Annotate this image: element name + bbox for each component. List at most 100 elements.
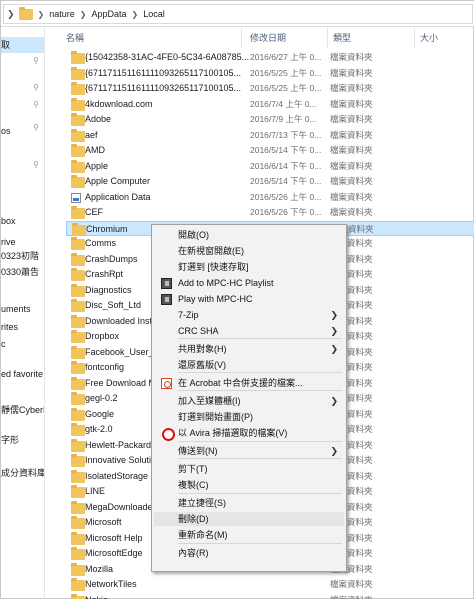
menu-item-label: 共用對象(H) — [178, 344, 227, 354]
nav-item[interactable]: 0323初階 — [1, 248, 39, 264]
folder-icon — [71, 376, 85, 390]
context-menu-item[interactable]: 剪下(T) — [154, 462, 344, 476]
file-row[interactable]: Apple 2016/6/14 下午 0... 檔案資料夾 — [66, 159, 474, 174]
folder-icon — [71, 314, 85, 328]
file-row[interactable]: {671171151161111093265117100105... 2016/5… — [66, 66, 474, 81]
file-row[interactable]: {15042358-31AC-4FE0-5C34-6A08785... 2016/… — [66, 50, 474, 65]
context-menu-item[interactable]: 共用對象(H) ❯ — [154, 342, 344, 356]
folder-icon — [71, 407, 85, 421]
menu-separator — [178, 338, 342, 339]
file-date: 2016/5/26 下午 0... — [250, 207, 322, 217]
file-row[interactable]: Adobe 2016/7/9 上午 0... 檔案資料夾 — [66, 112, 474, 127]
nav-item[interactable]: 0330蕭告 — [1, 264, 39, 280]
file-type: 檔案資料夾 — [330, 98, 373, 109]
column-header-size[interactable]: 大小 — [416, 28, 474, 48]
menu-item-label: CRC SHA — [178, 326, 219, 336]
context-menu-item[interactable]: 還原舊版(V) — [154, 358, 344, 372]
column-header-date[interactable]: 修改日期 — [246, 28, 328, 48]
file-row[interactable]: CEF 2016/5/26 下午 0... 檔案資料夾 — [66, 205, 474, 220]
context-menu-item[interactable]: 在 Acrobat 中合併支援的檔案... — [154, 376, 344, 390]
nav-item[interactable]: 字形 — [1, 432, 19, 448]
nav-item[interactable]: 取 — [1, 37, 44, 53]
folder-icon — [71, 66, 85, 80]
folder-icon — [71, 330, 85, 343]
menu-item-label: 剪下(T) — [178, 464, 208, 474]
file-row[interactable]: Apple Computer 2016/5/14 下午 0... 檔案資料夾 — [66, 174, 474, 189]
file-row[interactable]: Nokia 檔案資料夾 — [66, 593, 474, 599]
breadcrumb-item[interactable]: nature — [49, 9, 75, 19]
file-type: 檔案資料夾 — [330, 160, 373, 171]
context-menu-item[interactable]: 在新視窗開啟(E) — [154, 244, 344, 258]
submenu-arrow-icon: ❯ — [330, 310, 338, 320]
column-header-name[interactable]: 名稱 — [62, 28, 242, 48]
file-name: {671171151161111093265117100105... — [85, 83, 241, 93]
folder-icon — [71, 469, 85, 483]
folder-icon — [71, 562, 85, 576]
chevron-right-icon[interactable]: ❯ — [7, 9, 15, 20]
pin-icon: ⚲ — [33, 123, 39, 132]
folder-icon — [71, 128, 85, 142]
menu-item-label: 7-Zip — [178, 310, 199, 320]
nav-item[interactable]: rites — [1, 319, 18, 335]
nav-item[interactable]: os — [1, 123, 11, 139]
menu-item-label: Play with MPC-HC — [178, 294, 253, 304]
context-menu-item[interactable]: 釘選到開始畫面(P) — [154, 410, 344, 424]
context-menu-item[interactable]: 重新命名(M) — [154, 528, 344, 542]
nav-item[interactable]: 靜儒CyberL — [1, 402, 44, 418]
chevron-right-icon[interactable]: ❯ — [132, 10, 139, 19]
address-bar: ❯ ❯ nature ❯ AppData ❯ Local — [1, 1, 474, 27]
context-menu-item[interactable]: 加入至媒體櫃(I) ❯ — [154, 394, 344, 408]
folder-icon — [71, 547, 85, 560]
context-menu-item[interactable]: 7-Zip ❯ — [154, 308, 344, 322]
context-menu-item[interactable]: Add to MPC-HC Playlist — [154, 276, 344, 290]
pin-icon: ⚲ — [33, 160, 39, 169]
file-date: 2016/5/26 上午 0... — [250, 191, 322, 202]
context-menu-item[interactable]: 開啟(O) — [154, 228, 344, 242]
address-box[interactable]: ❯ ❯ nature ❯ AppData ❯ Local — [3, 4, 473, 24]
file-type: 檔案資料夾 — [330, 114, 373, 124]
chevron-right-icon[interactable]: ❯ — [80, 10, 87, 19]
context-menu-item[interactable]: CRC SHA ❯ — [154, 324, 344, 338]
folder-icon — [71, 206, 85, 219]
file-row[interactable]: Application Data 2016/5/26 上午 0... 檔案資料夾 — [66, 190, 474, 205]
breadcrumb-item[interactable]: Local — [143, 9, 165, 19]
chevron-right-icon[interactable]: ❯ — [38, 10, 45, 19]
folder-icon — [71, 454, 85, 467]
acrobat-icon — [161, 378, 172, 389]
nav-item[interactable]: 成分資料庫 — [1, 465, 44, 481]
nav-item[interactable]: box — [1, 213, 16, 229]
file-date: 2016/5/14 下午 0... — [250, 176, 322, 186]
nav-item[interactable]: ed favorite — [1, 366, 43, 382]
menu-item-label: 內容(R) — [178, 548, 209, 558]
context-menu-item[interactable]: Play with MPC-HC — [154, 292, 344, 306]
file-row[interactable]: aef 2016/7/13 下午 0... 檔案資料夾 — [66, 128, 474, 143]
file-row[interactable]: NetworkTiles 檔案資料夾 — [66, 577, 474, 592]
nav-item[interactable]: c — [1, 336, 6, 352]
navigation-pane: 取 os box rive 0323初階 0330蕭告 uments rites c ed fav… — [1, 28, 45, 599]
menu-separator — [178, 543, 342, 544]
folder-icon — [71, 423, 85, 436]
file-type: 檔案資料夾 — [330, 191, 373, 202]
context-menu-item[interactable]: 傳送到(N) ❯ — [154, 444, 344, 458]
context-menu-item[interactable]: 刪除(D) — [154, 512, 344, 526]
file-row[interactable]: {671171151161111093265117100105... 2016/5… — [66, 81, 474, 96]
context-menu-item[interactable]: 複製(C) — [154, 478, 344, 492]
file-row[interactable]: AMD 2016/5/14 下午 0... 檔案資料夾 — [66, 143, 474, 158]
column-header-type[interactable]: 類型 — [329, 28, 415, 48]
pin-icon: ⚲ — [33, 100, 39, 109]
breadcrumb-item[interactable]: AppData — [91, 9, 126, 19]
menu-separator — [178, 458, 342, 459]
context-menu: 開啟(O) 在新視窗開啟(E) 釘選到 [快速存取] Add to MPC-HC Pl… — [151, 224, 347, 572]
file-name: {671171151161111093265117100105... — [85, 67, 241, 78]
folder-icon — [71, 283, 85, 297]
file-type: 檔案資料夾 — [330, 145, 373, 155]
folder-icon — [71, 578, 85, 591]
context-menu-item[interactable]: 內容(R) — [154, 546, 344, 560]
context-menu-item[interactable]: 以 Avira 掃描選取的檔案(V) — [154, 426, 344, 441]
context-menu-item[interactable]: 釘選到 [快速存取] — [154, 260, 344, 274]
file-row[interactable]: 4kdownload.com 2016/7/4 上午 0... 檔案資料夾 — [66, 97, 474, 112]
file-type: 檔案資料夾 — [330, 207, 373, 217]
nav-item[interactable]: uments — [1, 301, 31, 317]
context-menu-item[interactable]: 建立捷徑(S) — [154, 496, 344, 510]
film-icon — [161, 278, 172, 289]
